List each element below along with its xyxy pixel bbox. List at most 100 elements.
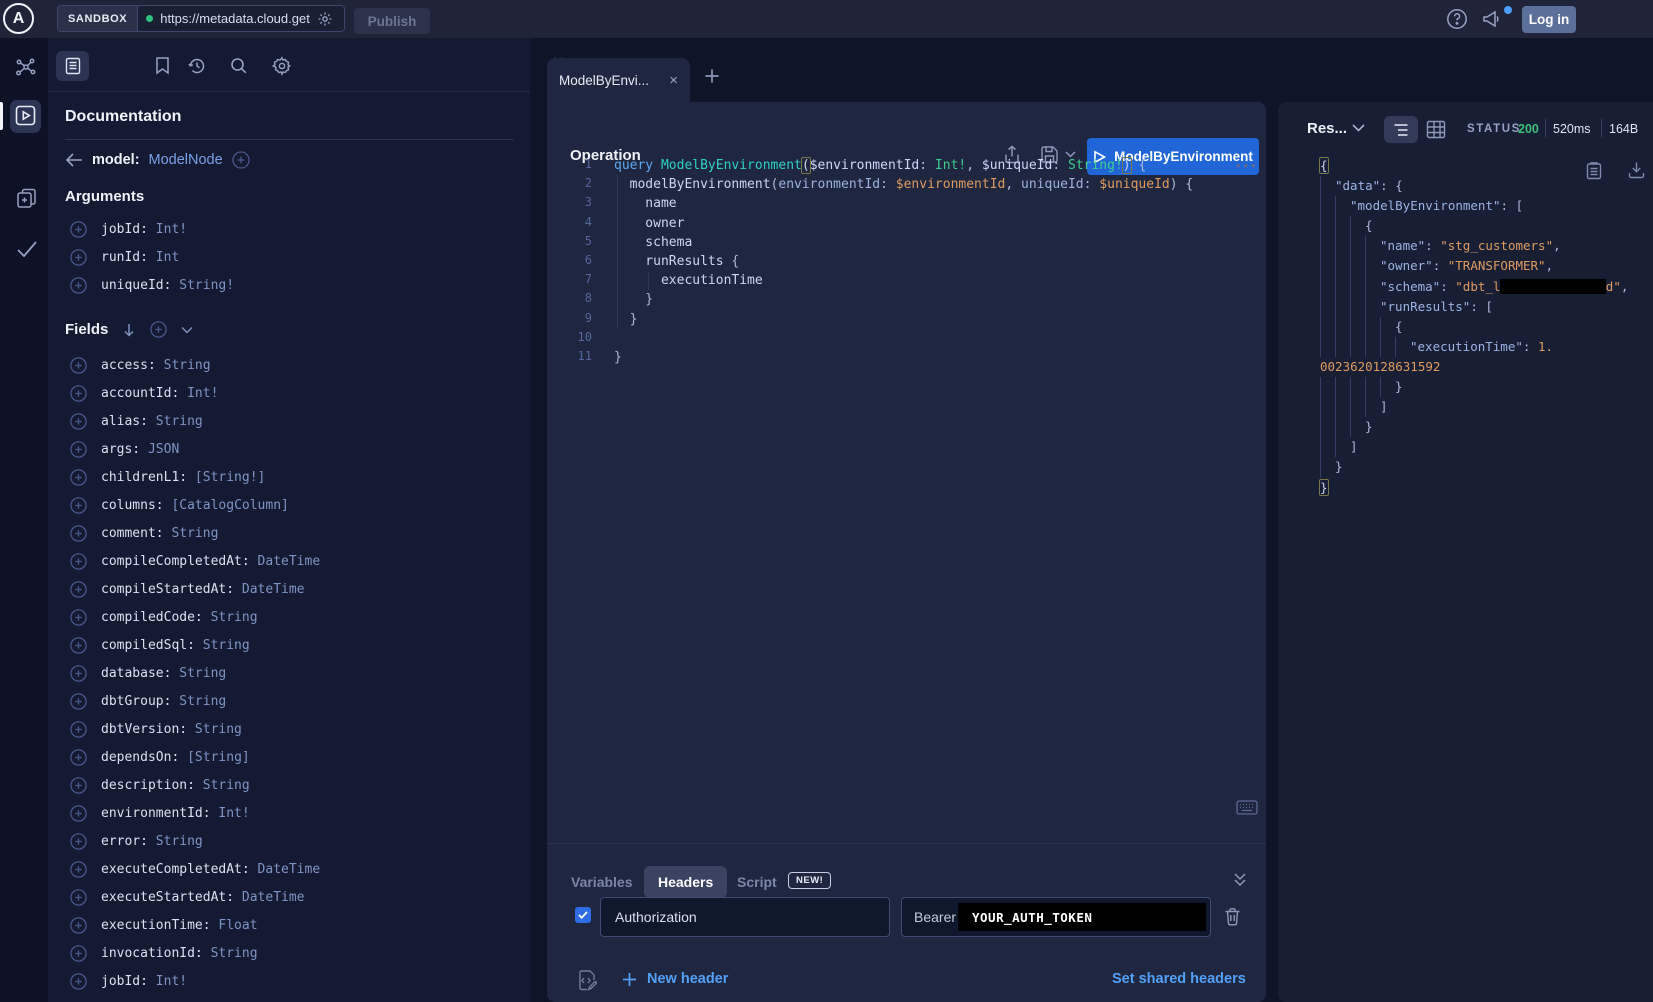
explorer-icon[interactable] (14, 104, 37, 127)
add-field-icon[interactable] (70, 721, 87, 738)
sandbox-pages-icon[interactable] (14, 186, 39, 211)
field-type[interactable]: DateTime (234, 582, 304, 597)
doc-field-row[interactable]: columns: [CatalogColumn] (65, 491, 320, 519)
doc-field-row[interactable]: database: String (65, 659, 320, 687)
doc-field-row[interactable]: compiledCode: String (65, 603, 320, 631)
endpoint-url-field[interactable]: https://metadata.cloud.getd (138, 6, 344, 31)
doc-field-row[interactable]: executionTime: Float (65, 911, 320, 939)
field-type[interactable]: [CatalogColumn] (164, 498, 289, 513)
operation-tab[interactable]: ModelByEnvi... × (547, 58, 690, 102)
docs-type-name[interactable]: ModelNode (149, 152, 223, 168)
code-line[interactable]: 9 } (547, 309, 1247, 328)
field-type[interactable]: String (195, 638, 250, 653)
doc-field-row[interactable]: dependsOn: [String] (65, 743, 320, 771)
doc-field-row[interactable]: runId: Int (65, 243, 234, 271)
field-type[interactable]: DateTime (250, 862, 320, 877)
field-type[interactable]: Int (148, 250, 179, 265)
doc-field-row[interactable]: compiledSql: String (65, 631, 320, 659)
doc-field-row[interactable]: jobId: Int! (65, 215, 234, 243)
delete-header-icon[interactable] (1224, 907, 1241, 926)
add-field-icon[interactable] (70, 665, 87, 682)
add-field-icon[interactable] (70, 249, 87, 266)
doc-field-row[interactable]: description: String (65, 771, 320, 799)
add-all-fields-icon[interactable] (150, 321, 167, 338)
field-type[interactable]: String (156, 358, 211, 373)
doc-field-row[interactable]: accountId: Int! (65, 379, 320, 407)
doc-field-row[interactable]: args: JSON (65, 435, 320, 463)
field-type[interactable]: String (203, 610, 258, 625)
add-field-icon[interactable] (70, 973, 87, 990)
doc-field-row[interactable]: compileCompletedAt: DateTime (65, 547, 320, 575)
doc-field-row[interactable]: compileStartedAt: DateTime (65, 575, 320, 603)
endpoint-settings-icon[interactable] (317, 11, 333, 27)
add-field-icon[interactable] (70, 357, 87, 374)
add-field-icon[interactable] (70, 749, 87, 766)
field-type[interactable]: String (164, 526, 219, 541)
field-type[interactable]: String (148, 414, 203, 429)
add-field-icon[interactable] (70, 221, 87, 238)
doc-field-row[interactable]: uniqueId: String! (65, 271, 234, 299)
doc-field-row[interactable]: executeCompletedAt: DateTime (65, 855, 320, 883)
doc-field-row[interactable]: dbtGroup: String (65, 687, 320, 715)
field-type[interactable]: DateTime (250, 554, 320, 569)
field-type[interactable]: String (171, 694, 226, 709)
back-arrow-icon[interactable] (65, 153, 83, 167)
doc-field-row[interactable]: comment: String (65, 519, 320, 547)
add-type-icon[interactable] (232, 151, 250, 169)
tab-variables[interactable]: Variables (571, 866, 633, 898)
add-field-icon[interactable] (70, 609, 87, 626)
doc-field-row[interactable]: childrenL1: [String!] (65, 463, 320, 491)
field-type[interactable]: [String!] (187, 470, 265, 485)
field-type[interactable]: JSON (140, 442, 179, 457)
add-field-icon[interactable] (70, 581, 87, 598)
code-line[interactable]: 11} (547, 347, 1247, 366)
editor-more-menu-icon[interactable]: ••• (1236, 158, 1259, 173)
add-field-icon[interactable] (70, 469, 87, 486)
field-type[interactable]: String! (171, 278, 234, 293)
login-button[interactable]: Log in (1522, 6, 1576, 33)
schema-graph-icon[interactable] (14, 56, 38, 80)
header-enabled-checkbox[interactable] (575, 907, 591, 923)
code-line[interactable]: 1query ModelByEnvironment($environmentId… (547, 155, 1247, 174)
add-field-icon[interactable] (70, 805, 87, 822)
collapse-section-icon[interactable] (1233, 872, 1247, 887)
code-line[interactable]: 5 schema (547, 232, 1247, 251)
add-field-icon[interactable] (70, 945, 87, 962)
operation-tab-title[interactable]: ModelByEnvi... (559, 73, 661, 88)
field-type[interactable]: String (203, 946, 258, 961)
field-type[interactable]: Int! (148, 974, 187, 989)
code-line[interactable]: 7 executionTime (547, 270, 1247, 289)
chevron-down-icon[interactable] (181, 326, 193, 334)
doc-field-row[interactable]: dbtVersion: String (65, 715, 320, 743)
add-field-icon[interactable] (70, 277, 87, 294)
tab-headers[interactable]: Headers (644, 866, 727, 898)
add-field-icon[interactable] (70, 525, 87, 542)
history-icon[interactable] (187, 56, 207, 76)
set-shared-headers-link[interactable]: Set shared headers (1112, 971, 1246, 987)
checks-icon[interactable] (14, 238, 40, 260)
code-line[interactable]: 2 modelByEnvironment(environmentId: $env… (547, 174, 1247, 193)
field-type[interactable]: [String] (179, 750, 249, 765)
add-field-icon[interactable] (70, 553, 87, 570)
field-type[interactable]: Int! (148, 222, 187, 237)
doc-field-row[interactable]: environmentId: Int! (65, 799, 320, 827)
new-tab-icon[interactable] (704, 68, 720, 84)
saved-operations-icon[interactable] (155, 56, 170, 75)
add-field-icon[interactable] (70, 441, 87, 458)
doc-field-row[interactable]: error: String (65, 827, 320, 855)
help-icon[interactable] (1445, 7, 1469, 31)
doc-field-row[interactable]: invocationId: String (65, 939, 320, 967)
add-field-icon[interactable] (70, 861, 87, 878)
json-view-toggle[interactable] (1384, 116, 1418, 143)
keyboard-shortcuts-icon[interactable] (1236, 800, 1258, 815)
code-line[interactable]: 6 runResults { (547, 251, 1247, 270)
settings-icon[interactable] (272, 56, 292, 76)
search-icon[interactable] (229, 56, 249, 76)
environment-variables-icon[interactable] (578, 970, 597, 991)
documentation-tab-icon[interactable] (56, 51, 89, 81)
doc-field-row[interactable]: alias: String (65, 407, 320, 435)
doc-field-row[interactable]: executeStartedAt: DateTime (65, 883, 320, 911)
add-field-icon[interactable] (70, 777, 87, 794)
header-value-input[interactable]: Bearer YOUR_AUTH_TOKEN (901, 897, 1211, 937)
doc-field-row[interactable]: jobId: Int! (65, 967, 320, 995)
